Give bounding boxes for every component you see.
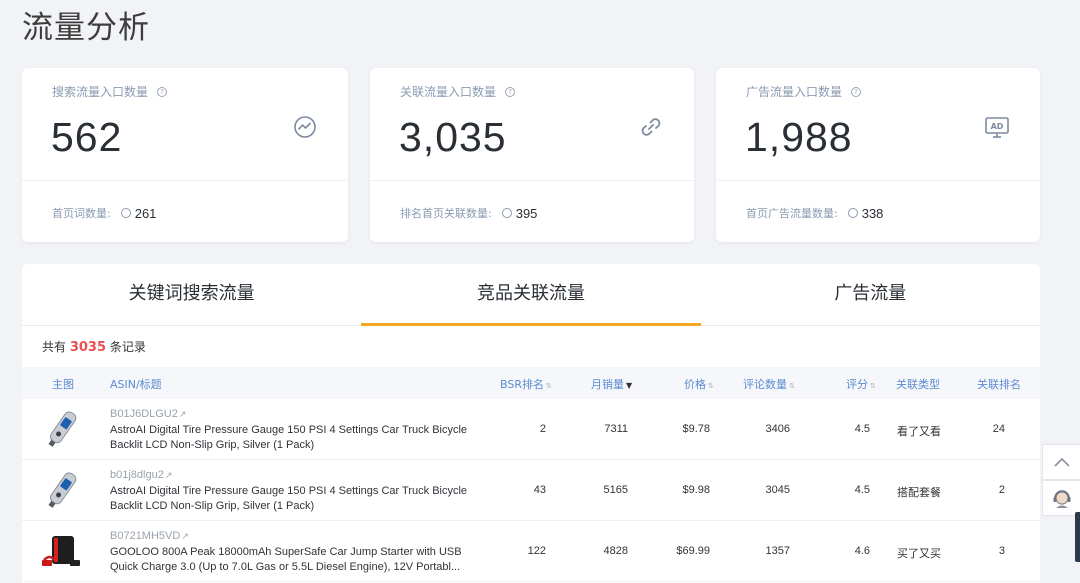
search-traffic-card: 搜索流量入口数量? 562 首页词数量: 261	[22, 68, 348, 242]
table-header: 主图 ASIN/标题 BSR排名 ⇅ 月销量 ▼ 价格 ⇅ 评论数量 ⇅ 评分 ⇅ 关联类…	[22, 367, 1040, 399]
relation-type-cell: 搭配套餐	[897, 486, 941, 499]
tire-gauge-image	[48, 472, 77, 508]
price-cell: $9.98	[682, 484, 710, 496]
col-relation-rank: 关联排名	[977, 378, 1021, 391]
card-foot-value: 261	[134, 205, 157, 221]
bsr-cell: 2	[539, 423, 546, 435]
page-title: 流量分析	[22, 10, 150, 46]
card-foot-label: 首页词数量:	[52, 207, 111, 220]
relation-rank-cell: 2	[998, 484, 1005, 496]
col-bsr[interactable]: BSR排名 ⇅	[500, 376, 552, 392]
ad-icon: AD	[985, 117, 1009, 138]
tab-competitor-related[interactable]: 竞品关联流量	[361, 264, 701, 326]
card-foot-value: 395	[515, 205, 538, 221]
related-traffic-card: 关联流量入口数量? 3,035 排名首页关联数量: 395	[370, 68, 694, 242]
sort-icon: ⇅	[708, 382, 714, 390]
link-icon	[641, 118, 661, 136]
tab-ad-traffic[interactable]: 广告流量	[701, 264, 1040, 325]
sort-desc-icon: ▼	[626, 381, 633, 390]
relation-rank-cell: 3	[998, 545, 1005, 557]
customer-service-button[interactable]	[1042, 480, 1080, 516]
traffic-tabs: 关键词搜索流量 竞品关联流量 广告流量	[22, 264, 1040, 326]
price-cell: $69.99	[676, 545, 710, 557]
trend-icon	[294, 116, 316, 138]
traffic-panel: 关键词搜索流量 竞品关联流量 广告流量 共有 3035 条记录 主图 ASIN/…	[22, 264, 1040, 583]
jump-starter-image	[42, 536, 80, 566]
rating-cell: 4.6	[854, 545, 870, 557]
table-row: B01J6DLGU2↗ AstroAI Digital Tire Pressur…	[22, 400, 1040, 460]
chevron-up-icon	[1054, 457, 1070, 467]
external-link-icon[interactable]: ↗	[179, 409, 187, 419]
product-title: GOOLOO 800A Peak 18000mAh SuperSafe Car …	[110, 546, 462, 573]
external-link-icon[interactable]: ↗	[165, 470, 173, 480]
clock-icon	[120, 208, 131, 218]
ad-traffic-card: 广告流量入口数量? 1,988 AD 首页广告流量数量: 338	[716, 68, 1040, 242]
sort-icon: ⇅	[789, 382, 795, 390]
clock-icon	[847, 208, 858, 218]
relation-type-cell: 买了又买	[897, 547, 941, 560]
help-icon[interactable]: ?	[505, 86, 516, 97]
side-handle[interactable]	[1075, 512, 1080, 562]
clock-icon	[501, 208, 512, 218]
asin-link[interactable]: B0721MH5VD	[110, 530, 180, 542]
product-title: AstroAI Digital Tire Pressure Gauge 150 …	[110, 485, 468, 512]
support-agent-icon	[1053, 490, 1071, 508]
record-count: 共有 3035 条记录	[42, 340, 146, 355]
col-price[interactable]: 价格 ⇅	[684, 376, 714, 392]
svg-text:AD: AD	[991, 122, 1004, 131]
help-icon[interactable]: ?	[157, 86, 168, 97]
card-value: 562	[51, 114, 123, 160]
bsr-cell: 122	[527, 545, 546, 557]
sort-icon: ⇅	[545, 382, 552, 390]
reviews-cell: 3045	[765, 484, 790, 496]
card-label: 关联流量入口数量	[400, 85, 497, 99]
bsr-cell: 43	[533, 484, 546, 496]
card-foot-label: 首页广告流量数量:	[746, 207, 838, 220]
card-value: 1,988	[745, 114, 853, 160]
card-value: 3,035	[399, 114, 507, 160]
tab-keyword-search[interactable]: 关键词搜索流量	[22, 264, 361, 325]
external-link-icon[interactable]: ↗	[181, 531, 189, 541]
col-reviews[interactable]: 评论数量 ⇅	[743, 376, 795, 392]
asin-link[interactable]: b01j8dlgu2	[110, 469, 164, 481]
table-row: B0721MH5VD↗ GOOLOO 800A Peak 18000mAh Su…	[22, 522, 1040, 582]
sort-icon: ⇅	[870, 382, 876, 390]
card-label: 搜索流量入口数量	[52, 85, 149, 99]
col-asin: ASIN/标题	[110, 378, 162, 391]
sales-cell: 4828	[603, 545, 628, 557]
product-title: AstroAI Digital Tire Pressure Gauge 150 …	[110, 424, 468, 451]
help-icon[interactable]: ?	[851, 86, 862, 97]
reviews-cell: 3406	[765, 423, 790, 435]
table-row: b01j8dlgu2↗ AstroAI Digital Tire Pressur…	[22, 461, 1040, 521]
relation-rank-cell: 24	[992, 423, 1005, 435]
sales-cell: 7311	[604, 423, 628, 435]
col-image: 主图	[52, 378, 74, 391]
card-foot-value: 338	[861, 205, 884, 221]
price-cell: $9.78	[682, 423, 710, 435]
reviews-cell: 1357	[765, 545, 790, 557]
rating-cell: 4.5	[854, 484, 870, 496]
scroll-top-button[interactable]	[1042, 444, 1080, 480]
tire-gauge-image	[48, 411, 77, 447]
card-foot-label: 排名首页关联数量:	[400, 207, 492, 220]
card-label: 广告流量入口数量	[746, 85, 843, 99]
col-monthly-sales[interactable]: 月销量 ▼	[591, 376, 632, 392]
col-rating[interactable]: 评分 ⇅	[846, 376, 876, 392]
col-relation-type: 关联类型	[896, 378, 940, 391]
sales-cell: 5165	[603, 484, 628, 496]
asin-link[interactable]: B01J6DLGU2	[110, 408, 178, 420]
relation-type-cell: 看了又看	[897, 425, 941, 438]
rating-cell: 4.5	[854, 423, 870, 435]
